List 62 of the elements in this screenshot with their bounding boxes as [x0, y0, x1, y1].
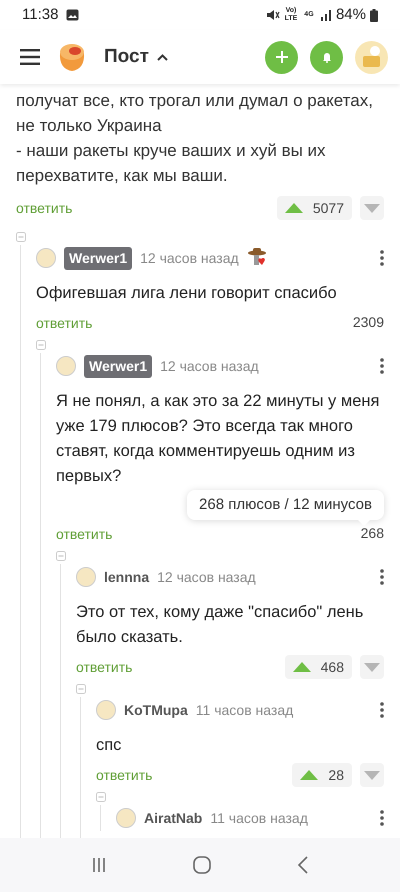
- comment-time: 12 часов назад: [160, 356, 259, 376]
- collapse-icon[interactable]: [36, 340, 46, 350]
- battery-icon: [370, 8, 378, 22]
- triangle-up-icon: [292, 662, 311, 672]
- upvote-button[interactable]: 5077: [276, 196, 352, 220]
- downvote-button[interactable]: [360, 196, 384, 220]
- more-icon[interactable]: [380, 250, 384, 266]
- downvote-button[interactable]: [360, 655, 384, 679]
- more-icon[interactable]: [380, 702, 384, 718]
- triangle-down-icon: [364, 662, 380, 672]
- page-title[interactable]: Пост: [104, 42, 149, 72]
- mute-icon: [266, 9, 280, 21]
- status-time: 11:38: [22, 4, 58, 25]
- notifications-button[interactable]: [310, 40, 343, 74]
- rating-count: 2309: [352, 314, 384, 330]
- author-name[interactable]: KoTMupa: [124, 700, 188, 720]
- user-avatar[interactable]: [96, 700, 116, 720]
- bell-icon: [320, 51, 332, 63]
- triangle-down-icon: [364, 770, 380, 780]
- user-avatar[interactable]: [56, 356, 76, 376]
- collapse-icon[interactable]: [56, 551, 66, 561]
- collapse-icon[interactable]: [96, 792, 106, 802]
- collapse-icon[interactable]: [16, 232, 26, 242]
- upvote-button[interactable]: 28: [292, 763, 352, 787]
- author-name[interactable]: AiratNab: [144, 808, 202, 828]
- comment-text: Это от тех, кому даже "спасибо" лень было сказать.: [76, 602, 364, 648]
- recent-apps-icon[interactable]: [91, 857, 107, 873]
- home-icon[interactable]: [193, 856, 211, 874]
- post-text: - наши ракеты круче ваших и хуй вы их перехватите, как мы ваши.: [16, 140, 327, 187]
- comment-time: 12 часов назад: [140, 248, 239, 268]
- gallery-icon: [66, 9, 80, 21]
- more-icon[interactable]: [380, 569, 384, 585]
- post-text: получат все, кто трогал или думал о ракетах, не только Украина: [16, 90, 374, 137]
- user-avatar[interactable]: [76, 567, 96, 587]
- comment-text: Я не понял, а как это за 22 минуты у меня уже 179 плюсов? Это всегда так много ставят, когда комментируешь одним из первых?: [56, 391, 380, 487]
- add-button[interactable]: [265, 40, 298, 74]
- collapse-icon[interactable]: [76, 684, 86, 694]
- chevron-up-icon[interactable]: [156, 54, 168, 60]
- user-avatar[interactable]: [36, 248, 56, 268]
- downvote-button[interactable]: [360, 763, 384, 787]
- user-avatar[interactable]: [355, 40, 388, 74]
- more-icon[interactable]: [380, 810, 384, 826]
- comment-time: 11 часов назад: [210, 808, 308, 828]
- triangle-down-icon: [364, 204, 380, 212]
- upvote-button[interactable]: 468: [284, 655, 352, 679]
- comment-time: 11 часов назад: [196, 700, 294, 720]
- signal-icon: [320, 10, 332, 20]
- menu-icon[interactable]: [20, 49, 40, 65]
- comment-text: спс: [96, 735, 122, 756]
- plus-icon: [274, 50, 288, 64]
- author-name[interactable]: Werwer1: [84, 354, 152, 378]
- rating-count: 268: [360, 525, 384, 541]
- back-icon[interactable]: [297, 856, 309, 874]
- triangle-up-icon: [284, 203, 303, 213]
- author-name[interactable]: lennna: [104, 566, 150, 588]
- comment-time: 12 часов назад: [157, 568, 256, 587]
- triangle-up-icon: [300, 770, 318, 780]
- more-icon[interactable]: [380, 358, 384, 374]
- comment-text: Офигевшая лига лени говорит спасибо: [36, 283, 338, 304]
- author-name[interactable]: Werwer1: [64, 246, 132, 270]
- battery-level: 84%: [336, 4, 366, 25]
- user-avatar[interactable]: [116, 808, 136, 828]
